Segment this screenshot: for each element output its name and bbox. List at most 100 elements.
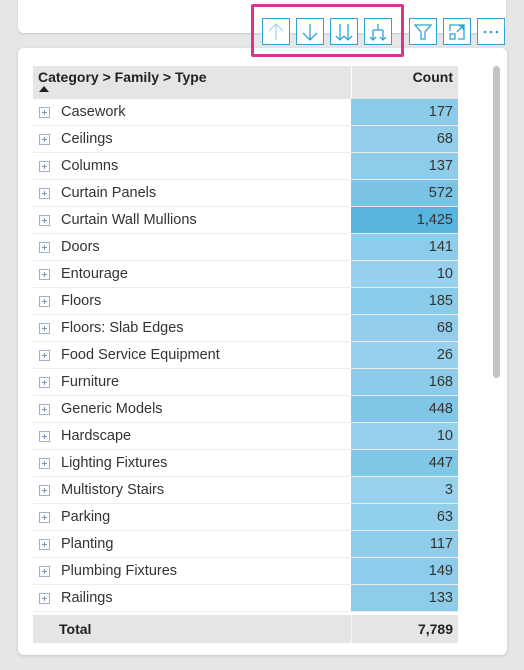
table-row: Floors 185 xyxy=(33,288,458,315)
total-count: 7,789 xyxy=(351,615,458,643)
expand-plus-icon[interactable] xyxy=(39,538,50,550)
table-row: Plumbing Fixtures 149 xyxy=(33,558,458,585)
count-cell: 133 xyxy=(351,585,458,611)
table-row: Curtain Panels 572 xyxy=(33,180,458,207)
category-cell: Parking xyxy=(33,504,351,530)
total-row: Total 7,789 xyxy=(33,615,458,643)
expand-plus-icon[interactable] xyxy=(39,592,50,604)
category-label: Ceilings xyxy=(61,131,113,147)
table-row: Columns 137 xyxy=(33,153,458,180)
focus-mode-button[interactable] xyxy=(443,18,471,45)
count-cell: 137 xyxy=(351,153,458,179)
table-row: Multistory Stairs 3 xyxy=(33,477,458,504)
count-cell: 149 xyxy=(351,558,458,584)
category-cell: Railings xyxy=(33,585,351,611)
category-label: Curtain Panels xyxy=(61,185,157,201)
matrix-table: Category > Family > Type Count Casework 1… xyxy=(33,66,458,643)
expand-plus-icon[interactable] xyxy=(39,457,50,469)
category-label: Food Service Equipment xyxy=(61,347,220,363)
category-label: Lighting Fixtures xyxy=(61,455,168,471)
expand-plus-icon[interactable] xyxy=(39,106,50,118)
category-label: Generic Models xyxy=(61,401,163,417)
focus-mode-icon xyxy=(449,23,465,40)
count-cell: 10 xyxy=(351,423,458,449)
filter-button[interactable] xyxy=(409,18,437,45)
count-cell: 63 xyxy=(351,504,458,530)
table-row: Casework 177 xyxy=(33,99,458,126)
category-cell: Columns xyxy=(33,153,351,179)
count-cell: 168 xyxy=(351,369,458,395)
table-header: Category > Family > Type Count xyxy=(33,66,458,99)
drill-controls-highlight xyxy=(251,4,404,57)
table-row: Food Service Equipment 26 xyxy=(33,342,458,369)
filter-icon xyxy=(413,23,433,40)
count-cell: 141 xyxy=(351,234,458,260)
count-cell: 448 xyxy=(351,396,458,422)
category-cell: Lighting Fixtures xyxy=(33,450,351,476)
category-label: Floors: Slab Edges xyxy=(61,320,184,336)
count-cell: 185 xyxy=(351,288,458,314)
table-row: Generic Models 448 xyxy=(33,396,458,423)
category-cell: Curtain Panels xyxy=(33,180,351,206)
category-cell: Curtain Wall Mullions xyxy=(33,207,351,233)
category-column-header[interactable]: Category > Family > Type xyxy=(33,66,351,99)
expand-plus-icon[interactable] xyxy=(39,565,50,577)
category-cell: Plumbing Fixtures xyxy=(33,558,351,584)
category-label: Doors xyxy=(61,239,100,255)
table-row: Furniture 168 xyxy=(33,369,458,396)
expand-plus-icon[interactable] xyxy=(39,430,50,442)
expand-plus-icon[interactable] xyxy=(39,187,50,199)
table-row: Curtain Wall Mullions 1,425 xyxy=(33,207,458,234)
count-cell: 447 xyxy=(351,450,458,476)
count-cell: 26 xyxy=(351,342,458,368)
table-body: Casework 177 Ceilings 68 Columns 137 Curtain P… xyxy=(33,99,458,612)
table-row: Floors: Slab Edges 68 xyxy=(33,315,458,342)
count-cell: 177 xyxy=(351,99,458,125)
sort-ascending-icon[interactable] xyxy=(39,86,49,92)
expand-plus-icon[interactable] xyxy=(39,403,50,415)
table-row: Ceilings 68 xyxy=(33,126,458,153)
category-cell: Furniture xyxy=(33,369,351,395)
category-cell: Floors: Slab Edges xyxy=(33,315,351,341)
category-cell: Hardscape xyxy=(33,423,351,449)
table-row: Doors 141 xyxy=(33,234,458,261)
expand-plus-icon[interactable] xyxy=(39,214,50,226)
total-label: Total xyxy=(59,621,92,637)
category-cell: Planting xyxy=(33,531,351,557)
category-header-label: Category > Family > Type xyxy=(38,69,207,85)
expand-plus-icon[interactable] xyxy=(39,376,50,388)
more-options-icon xyxy=(483,30,499,33)
category-label: Columns xyxy=(61,158,119,174)
category-label: Planting xyxy=(61,536,114,552)
count-cell: 1,425 xyxy=(351,207,458,233)
table-row: Hardscape 10 xyxy=(33,423,458,450)
table-row: Entourage 10 xyxy=(33,261,458,288)
category-label: Furniture xyxy=(61,374,120,390)
category-cell: Doors xyxy=(33,234,351,260)
expand-plus-icon[interactable] xyxy=(39,511,50,523)
expand-plus-icon[interactable] xyxy=(39,268,50,280)
table-row: Parking 63 xyxy=(33,504,458,531)
count-cell: 117 xyxy=(351,531,458,557)
count-cell: 3 xyxy=(351,477,458,503)
more-options-button[interactable] xyxy=(477,18,505,45)
category-label: Hardscape xyxy=(61,428,132,444)
category-cell: Casework xyxy=(33,99,351,125)
expand-plus-icon[interactable] xyxy=(39,241,50,253)
category-label: Railings xyxy=(61,590,113,606)
table-row: Planting 117 xyxy=(33,531,458,558)
expand-plus-icon[interactable] xyxy=(39,349,50,361)
category-cell: Entourage xyxy=(33,261,351,287)
count-column-header[interactable]: Count xyxy=(351,66,458,99)
table-row: Railings 133 xyxy=(33,585,458,612)
category-label: Multistory Stairs xyxy=(61,482,165,498)
category-label: Plumbing Fixtures xyxy=(61,563,178,579)
expand-plus-icon[interactable] xyxy=(39,133,50,145)
vertical-scrollbar[interactable] xyxy=(493,66,500,378)
expand-plus-icon[interactable] xyxy=(39,322,50,334)
expand-plus-icon[interactable] xyxy=(39,160,50,172)
expand-plus-icon[interactable] xyxy=(39,484,50,496)
expand-plus-icon[interactable] xyxy=(39,295,50,307)
category-cell: Food Service Equipment xyxy=(33,342,351,368)
category-label: Entourage xyxy=(61,266,128,282)
